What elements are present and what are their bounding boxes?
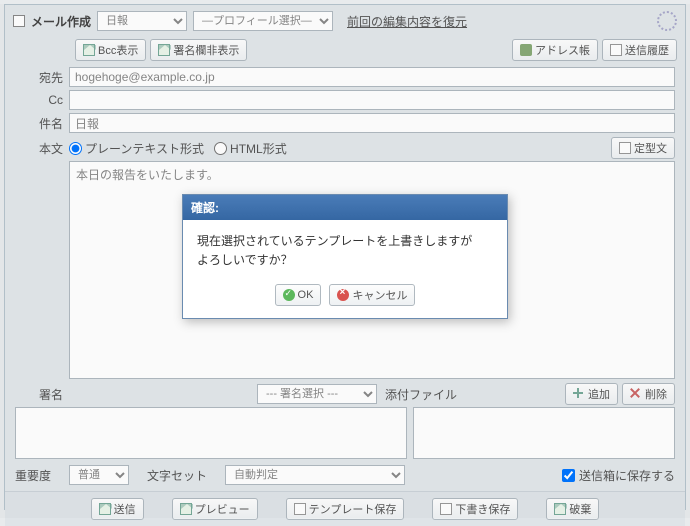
cancel-button[interactable]: キャンセル	[329, 284, 415, 306]
dialog-actions: OK キャンセル	[183, 278, 507, 318]
dialog-message-line1: 現在選択されているテンプレートを上書きしますが	[197, 232, 493, 251]
check-icon	[283, 289, 295, 301]
dialog-message-line2: よろしいですか？	[197, 251, 493, 270]
close-icon	[337, 289, 349, 301]
ok-button[interactable]: OK	[275, 284, 322, 306]
dialog-body: 現在選択されているテンプレートを上書きしますが よろしいですか？	[183, 220, 507, 278]
modal-overlay: 確認: 現在選択されているテンプレートを上書きしますが よろしいですか？ OK …	[0, 4, 690, 518]
confirm-dialog: 確認: 現在選択されているテンプレートを上書きしますが よろしいですか？ OK …	[182, 194, 508, 319]
dialog-title: 確認:	[183, 195, 507, 220]
